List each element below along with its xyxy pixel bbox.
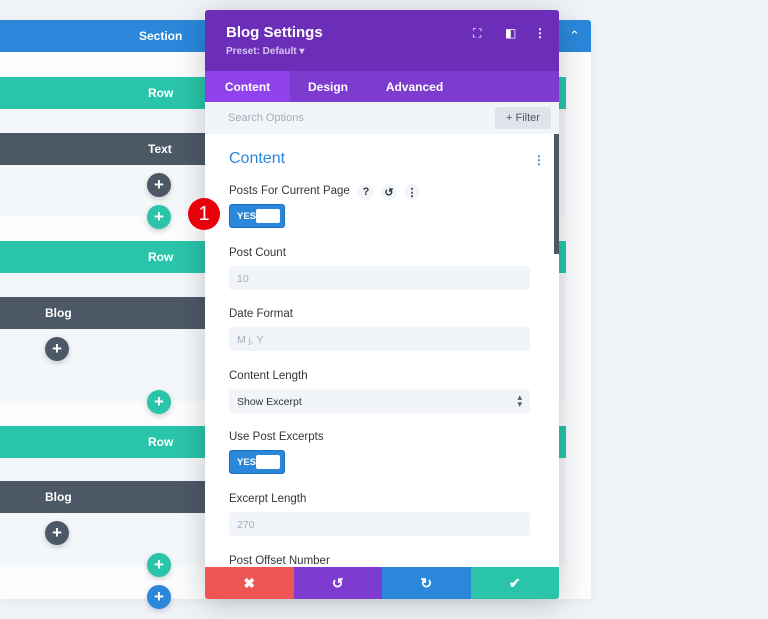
date-format-input[interactable]: M j, Y — [229, 327, 530, 351]
field-label: Use Post Excerpts — [229, 431, 324, 443]
fullscreen-icon[interactable]: ⛶ — [473, 26, 481, 41]
annotation-badge: 1 — [188, 198, 220, 230]
module-bar-blog[interactable]: Blog — [0, 481, 205, 513]
module-label: Text — [148, 142, 172, 156]
modal-title: Blog Settings — [226, 24, 323, 41]
post-count-input[interactable]: 10 — [229, 266, 530, 290]
add-row-button[interactable]: + — [147, 205, 171, 229]
toggle-label: YES — [237, 211, 257, 222]
redo-button[interactable]: ↻ — [382, 567, 471, 599]
toggle-knob — [256, 455, 280, 469]
blog-settings-modal: Blog Settings Preset: Default ▾ ⛶ ◧ ⋮ Co… — [205, 10, 559, 599]
collapse-chevron-up-icon[interactable]: ⌃ — [558, 20, 591, 52]
cancel-button[interactable]: ✖ — [205, 567, 294, 599]
search-options-input[interactable]: Search Options + Filter — [205, 102, 559, 134]
excerpt-length-input[interactable]: 270 — [229, 512, 530, 536]
sidebar-icon[interactable]: ◧ — [505, 26, 516, 40]
toggle-label: YES — [237, 457, 257, 468]
field-label: Post Offset Number — [229, 555, 330, 567]
field-label: Date Format — [229, 308, 293, 320]
field-label: Excerpt Length — [229, 493, 307, 505]
module-bar-text[interactable]: Text — [0, 133, 205, 165]
module-label: Blog — [45, 306, 72, 320]
save-button[interactable]: ✔ — [470, 567, 559, 599]
content-length-select[interactable]: Show Excerpt ▴ ▾ — [229, 389, 530, 413]
select-arrows-icon: ▴ ▾ — [517, 392, 522, 409]
posts-current-page-toggle[interactable]: YES — [229, 204, 285, 228]
modal-footer: ✖ ↺ ↻ ✔ — [205, 567, 559, 599]
options-more-icon[interactable]: ⋮ — [404, 184, 420, 200]
select-value: Show Excerpt — [237, 396, 302, 408]
add-module-button[interactable]: + — [147, 173, 171, 197]
field-label: Post Count — [229, 247, 286, 259]
add-module-button[interactable]: + — [45, 337, 69, 361]
scrollbar[interactable] — [554, 134, 559, 254]
filter-button[interactable]: + Filter — [495, 107, 551, 129]
modal-header[interactable]: Blog Settings Preset: Default ▾ ⛶ ◧ ⋮ — [205, 10, 559, 71]
tab-content[interactable]: Content — [205, 71, 290, 102]
section-label: Section — [139, 29, 183, 43]
reset-icon[interactable]: ↺ — [381, 184, 397, 200]
preset-dropdown[interactable]: Preset: Default ▾ — [226, 46, 304, 57]
field-label: Content Length — [229, 370, 308, 382]
add-row-button[interactable]: + — [147, 390, 171, 414]
use-post-excerpts-toggle[interactable]: YES — [229, 450, 285, 474]
row-label: Row — [148, 435, 174, 449]
settings-body: Content ⋮ Posts For Current Page ? ↺ ⋮ Y… — [205, 134, 559, 568]
tab-advanced[interactable]: Advanced — [366, 71, 463, 102]
tab-design[interactable]: Design — [290, 71, 366, 102]
toggle-knob — [256, 209, 280, 223]
more-icon[interactable]: ⋮ — [534, 26, 546, 40]
add-module-button[interactable]: + — [45, 521, 69, 545]
field-label: Posts For Current Page — [229, 185, 350, 197]
search-placeholder: Search Options — [228, 112, 304, 124]
row-label: Row — [148, 86, 174, 100]
row-label: Row — [148, 250, 174, 264]
group-title[interactable]: Content — [229, 150, 285, 168]
module-label: Blog — [45, 490, 72, 504]
add-row-button[interactable]: + — [147, 553, 171, 577]
tab-bar: Content Design Advanced — [205, 71, 559, 102]
undo-button[interactable]: ↺ — [293, 567, 382, 599]
help-icon[interactable]: ? — [358, 184, 374, 200]
group-more-icon[interactable]: ⋮ — [533, 153, 545, 167]
module-bar-blog[interactable]: Blog — [0, 297, 205, 329]
add-section-button[interactable]: + — [147, 585, 171, 609]
